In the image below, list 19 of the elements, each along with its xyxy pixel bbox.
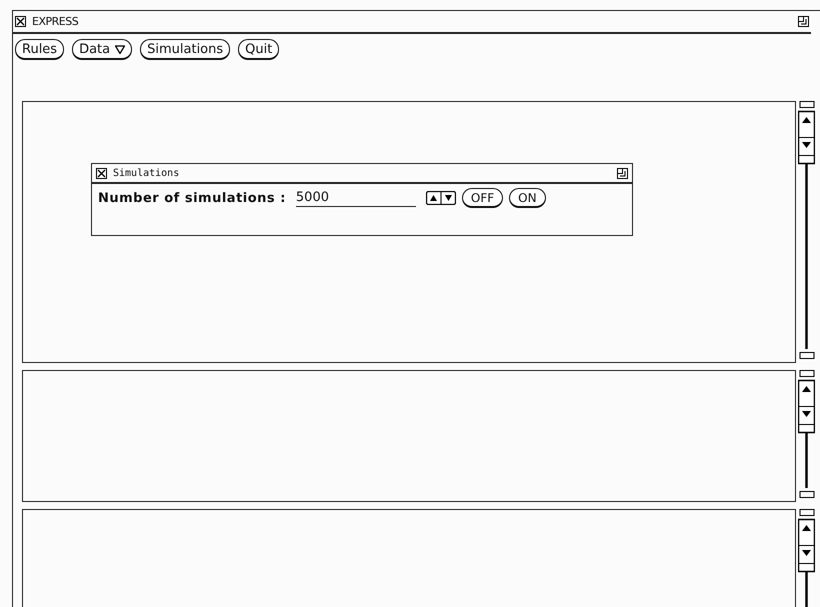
window-title: Simulations — [113, 168, 180, 178]
button[interactable]: Quit — [238, 39, 280, 60]
resize-icon[interactable] — [798, 16, 809, 27]
window-title: EXPRESS — [32, 15, 78, 28]
field-label: Number of simulations : — [98, 190, 286, 206]
close-icon[interactable] — [15, 16, 26, 27]
resize-icon[interactable] — [617, 168, 628, 178]
button[interactable]: Rules — [15, 39, 64, 60]
button[interactable]: OFF — [462, 188, 504, 208]
menu-button[interactable]: Data — [72, 39, 132, 60]
triangle-icon — [115, 44, 126, 54]
input-field[interactable]: 5000 — [296, 190, 416, 206]
close-icon[interactable] — [96, 168, 107, 178]
stepper-icon[interactable] — [426, 191, 456, 205]
scrollbar[interactable] — [798, 101, 815, 361]
scrollbar[interactable] — [798, 509, 815, 607]
button[interactable]: Simulations — [140, 39, 230, 60]
button[interactable]: ON — [509, 188, 546, 208]
scrollbar[interactable] — [798, 370, 815, 500]
